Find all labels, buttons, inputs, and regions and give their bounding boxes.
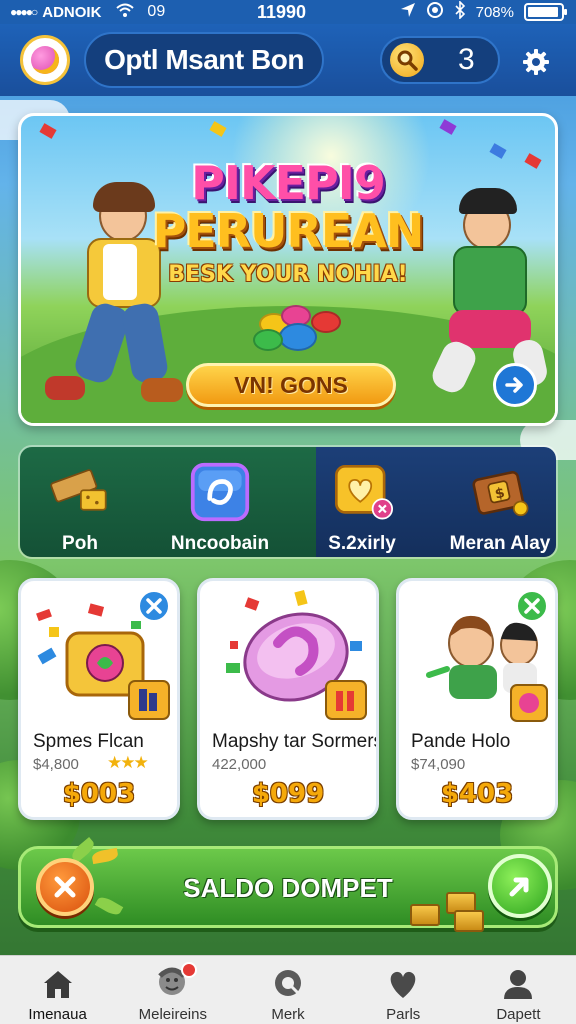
confetti-decoration (439, 119, 457, 135)
category-label: S.2xirly (328, 533, 396, 554)
search-pill[interactable]: 3 (380, 36, 500, 84)
category-label: Poh (62, 533, 98, 554)
network-indicator: 09 (147, 3, 166, 20)
bluetooth-icon (454, 0, 466, 23)
hero-title-line-2: PERUREAN (152, 204, 425, 258)
hero-banner[interactable]: PIKEPI9 PERUREAN BESK YOUR NOHIA! VN! GO… (18, 113, 558, 426)
app-header: Optl Msant Bon 3 (0, 24, 576, 96)
home-icon (38, 964, 78, 1004)
close-icon[interactable] (36, 858, 94, 916)
product-card[interactable]: Mapshy tar Sormers 422,000 $099 (197, 578, 379, 820)
product-name: Mapshy tar Sormers (212, 731, 379, 752)
close-icon[interactable] (137, 589, 171, 623)
nav-label: Parls (386, 1006, 421, 1023)
rating-stars: ★★★ (107, 753, 149, 773)
search-count: 3 (458, 43, 475, 76)
category-item-s2xirly[interactable]: S.2xirly (302, 447, 422, 557)
product-price: $403 (440, 779, 514, 809)
hero-subtitle: BESK YOUR NOHIA! (168, 262, 408, 287)
product-art (200, 581, 376, 726)
carrier-name: ADNOIK (42, 3, 102, 21)
product-subtext: 422,000 (212, 756, 267, 773)
heart-icon (383, 964, 423, 1004)
search-icon[interactable] (390, 43, 424, 77)
alarm-icon (426, 1, 444, 23)
nav-label: Dapett (496, 1006, 541, 1023)
notification-dot (180, 962, 197, 978)
treasure-chest-icon: $ (469, 461, 531, 523)
search-icon (268, 964, 308, 1004)
gold-block-decoration (454, 910, 484, 932)
category-label: Meran Alay (449, 533, 551, 554)
gear-icon[interactable] (518, 44, 554, 80)
heart-box-icon (331, 461, 393, 523)
candy-logo-icon (31, 46, 59, 74)
nav-item-profile[interactable]: Dapett (461, 956, 576, 1024)
battery-icon (524, 3, 567, 21)
hero-cta-label: VN! GONS (234, 371, 348, 398)
product-subtext: $74,090 (411, 756, 466, 773)
product-name: Spmes Flcan (33, 731, 144, 752)
wifi-icon (115, 2, 135, 22)
nav-item-home[interactable]: Imenaua (0, 956, 115, 1024)
gold-block-decoration (410, 904, 440, 926)
hero-title-line-1: PIKEPI9 (191, 156, 386, 210)
product-price: $099 (251, 779, 325, 809)
bottom-navigation: Imenaua Meleireins Merk Parls Dapett (0, 955, 576, 1024)
category-item-meran-alay[interactable]: $ Meran Alay (440, 447, 556, 557)
product-price: $003 (62, 779, 136, 809)
status-bar: ●●●●○ ADNOIK 09 11990 708% (0, 0, 576, 24)
nav-label: Meleireins (138, 1006, 207, 1023)
confetti-decoration (39, 123, 57, 139)
product-card[interactable]: Pande Holo $74,090 $403 (396, 578, 558, 820)
product-subtext: $4,800 (33, 756, 79, 773)
friends-icon (153, 962, 197, 1004)
nav-item-friends[interactable]: Meleireins (115, 956, 230, 1024)
hero-cta-button[interactable]: VN! GONS (186, 363, 396, 407)
nav-item-favorites[interactable]: Parls (346, 956, 461, 1024)
location-icon (400, 2, 416, 22)
nav-item-search[interactable]: Merk (230, 956, 345, 1024)
nav-label: Imenaua (28, 1006, 87, 1023)
battery-percent: 708% (475, 3, 514, 21)
confetti-decoration (209, 121, 227, 137)
title-pill[interactable]: Optl Msant Bon (84, 32, 324, 88)
product-name: Pande Holo (411, 731, 511, 752)
category-strip: Poh Nncoobain S.2xirly $ Meran Alay (18, 445, 558, 559)
product-card[interactable]: Spmes Flcan $4,800 ★★★ $003 (18, 578, 180, 820)
category-label: Nncoobain (170, 533, 270, 554)
check-icon[interactable] (515, 589, 549, 623)
app-logo[interactable] (20, 35, 70, 85)
candy-coins-decoration (251, 301, 341, 351)
signal-strength-icon: ●●●●○ (10, 5, 38, 19)
nav-label: Merk (271, 1006, 305, 1023)
page-title: Optl Msant Bon (104, 44, 304, 75)
blue-gem-icon (189, 461, 251, 523)
bricks-icon (49, 461, 111, 523)
profile-icon (498, 964, 538, 1004)
arrow-right-icon[interactable] (493, 363, 537, 407)
arrow-up-icon[interactable] (488, 854, 552, 918)
category-item-nncoobain[interactable]: Nncoobain (160, 447, 280, 557)
clock: 11990 (257, 1, 307, 22)
category-item-poh[interactable]: Poh (20, 447, 140, 557)
